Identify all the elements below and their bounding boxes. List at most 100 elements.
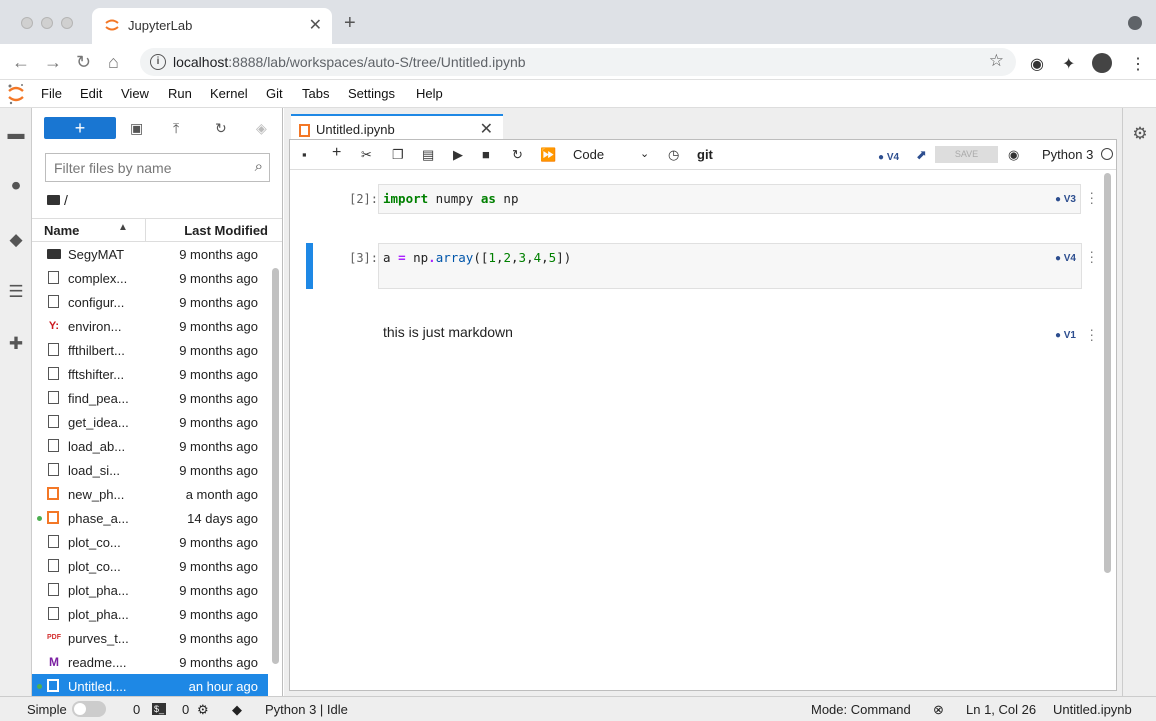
file-list-scrollbar[interactable] [272,268,279,664]
profile-avatar[interactable] [1092,53,1112,73]
new-launcher-button[interactable]: + [44,117,116,139]
kernel-status[interactable]: Python 3 | Idle [265,702,348,717]
table-of-contents-icon[interactable]: ☰ [6,282,26,302]
cell-input[interactable]: import numpy as np [378,184,1081,214]
back-arrow-icon[interactable]: ← [12,52,30,73]
extension-icon[interactable]: ◉ [1030,54,1044,74]
git-status-icon[interactable]: ◆ [232,702,242,718]
cell-input[interactable]: a = np.array([1,2,3,4,5]) [378,243,1082,289]
stop-icon[interactable]: ■ [482,147,490,162]
tab-search-icon[interactable] [1128,16,1142,30]
run-icon[interactable]: ▶ [453,147,463,163]
cell-menu-icon[interactable]: · · · [1089,322,1094,346]
terminal-icon[interactable]: $_ [152,703,167,715]
close-tab-icon[interactable]: ✕ [309,15,322,35]
open-external-icon[interactable]: ⬈ [916,147,927,163]
file-row[interactable]: PDF purves_t... 9 months ago [32,626,268,650]
filter-files-input[interactable] [46,154,236,181]
paste-icon[interactable]: ▤ [422,147,434,163]
menu-edit[interactable]: Edit [80,86,102,101]
file-row[interactable]: Mreadme.... 9 months ago [32,650,268,674]
site-info-icon[interactable]: i [150,54,166,70]
collab-icon[interactable]: ⊗ [933,702,944,718]
notebook-mode[interactable]: Mode: Command [811,702,911,717]
extension-manager-icon[interactable]: ✚ [6,334,26,354]
menu-kernel[interactable]: Kernel [210,86,248,101]
file-row[interactable]: plot_pha... 9 months ago [32,602,268,626]
browser-tab-jupyterlab[interactable]: JupyterLab ✕ [92,8,332,44]
save-button[interactable]: SAVE [935,146,998,163]
bookmark-star-icon[interactable]: ☆ [989,51,1004,71]
save-icon[interactable]: ▪ [302,147,307,162]
notebook-scrollbar[interactable] [1104,173,1111,573]
menu-file[interactable]: File [41,86,62,101]
breadcrumb-root[interactable]: / [64,192,68,208]
file-row[interactable]: configur... 9 months ago [32,290,268,314]
simple-mode-toggle[interactable] [72,701,106,717]
file-row[interactable]: SegyMAT 9 months ago [32,242,268,266]
file-row[interactable]: new_ph... a month ago [32,482,268,506]
git-clone-icon[interactable]: ◈ [256,120,267,137]
menu-tabs[interactable]: Tabs [302,86,329,101]
running-sessions-icon[interactable]: ⏺ [6,176,26,196]
forward-arrow-icon[interactable]: → [44,52,62,73]
url-bar[interactable]: i localhost:8888/lab/workspaces/auto-S/t… [140,48,1016,76]
column-name-header[interactable]: Name [44,223,79,238]
menu-settings[interactable]: Settings [348,86,395,101]
minimize-window-button[interactable] [41,17,53,29]
file-row[interactable]: load_ab... 9 months ago [32,434,268,458]
folder-icon[interactable]: ▬ [6,124,26,144]
code-cell[interactable]: [2]: import numpy as np ● V3 · · · [290,184,1100,214]
refresh-icon[interactable]: ↻ [215,120,227,137]
copy-icon[interactable]: ❐ [392,147,404,163]
extensions-puzzle-icon[interactable]: ✦ [1062,54,1075,74]
file-row[interactable]: phase_a... 14 days ago [32,506,268,530]
cell-menu-icon[interactable]: · · · [1089,244,1094,268]
clock-icon[interactable]: ◷ [668,147,679,163]
file-row[interactable]: complex... 9 months ago [32,266,268,290]
kernel-chip-icon[interactable]: ⚙ [197,702,209,718]
file-row[interactable]: plot_pha... 9 months ago [32,578,268,602]
column-modified-header[interactable]: Last Modified [184,223,268,238]
cell-menu-icon[interactable]: · · · [1089,185,1094,209]
menu-run[interactable]: Run [168,86,192,101]
markdown-cell[interactable]: this is just markdown ● V1 · · · [290,321,1100,351]
file-row[interactable]: Untitled.... an hour ago [32,674,268,698]
browser-menu-icon[interactable]: ⋮ [1130,54,1146,74]
file-row[interactable]: load_si... 9 months ago [32,458,268,482]
git-icon[interactable]: ◆ [6,230,26,250]
file-row[interactable]: ffthilbert... 9 months ago [32,338,268,362]
cell-type-select[interactable]: Code [573,147,604,162]
file-row[interactable]: find_pea... 9 months ago [32,386,268,410]
cut-icon[interactable]: ✂ [361,147,372,163]
close-tab-icon[interactable]: ✕ [480,119,493,139]
file-row[interactable]: plot_co... 9 months ago [32,530,268,554]
restart-icon[interactable]: ↻ [512,147,523,163]
menu-help[interactable]: Help [416,86,443,101]
file-row[interactable]: plot_co... 9 months ago [32,554,268,578]
new-folder-icon[interactable]: ▣ [130,120,143,137]
maximize-window-button[interactable] [61,17,73,29]
reload-icon[interactable]: ↻ [76,52,91,73]
cursor-position[interactable]: Ln 1, Col 26 [966,702,1036,717]
new-tab-button[interactable]: + [344,12,356,35]
menu-view[interactable]: View [121,86,149,101]
file-modified: 9 months ago [179,391,258,406]
breadcrumb[interactable]: / [47,192,68,208]
insert-cell-icon[interactable]: + [332,144,341,162]
close-window-button[interactable] [21,17,33,29]
property-inspector-gear-icon[interactable]: ⚙ [1130,124,1150,144]
file-name: plot_co... [68,535,121,550]
kernel-name[interactable]: Python 3 [1042,147,1093,162]
code-cell-active[interactable]: [3]: a = np.array([1,2,3,4,5]) ● V4 · · · [290,243,1100,289]
home-icon[interactable]: ⌂ [108,52,119,73]
git-toolbar-label[interactable]: git [697,147,713,162]
column-divider[interactable] [145,219,146,241]
file-row[interactable]: fftshifter... 9 months ago [32,362,268,386]
restart-run-all-icon[interactable]: ⏩ [540,147,556,163]
chevron-down-icon[interactable]: ⌄ [640,147,649,160]
menu-git[interactable]: Git [266,86,283,101]
file-row[interactable]: Y: environ... 9 months ago [32,314,268,338]
upload-icon[interactable]: ⤒ [173,120,179,137]
file-row[interactable]: get_idea... 9 months ago [32,410,268,434]
